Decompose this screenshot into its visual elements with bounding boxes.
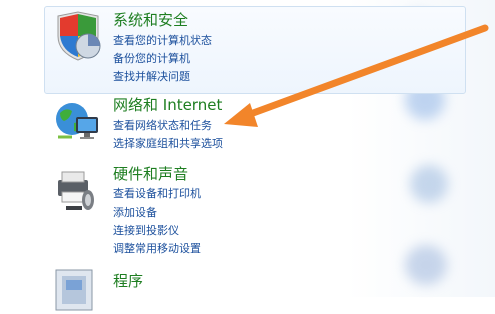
orange-arrow-annotation bbox=[224, 24, 489, 127]
